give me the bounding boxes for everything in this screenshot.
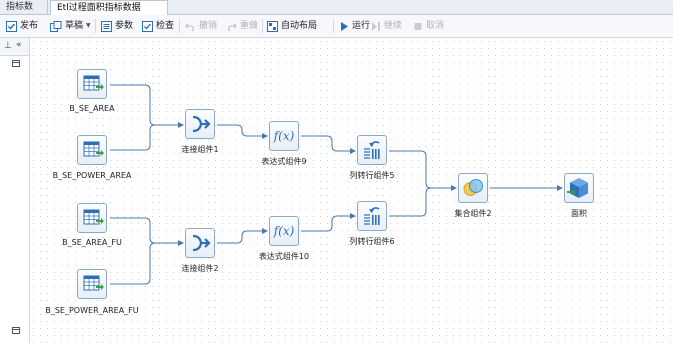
- wire-power-area-to-join1: [110, 124, 178, 151]
- expression-node-9[interactable]: f(x): [269, 121, 299, 151]
- toolbar-divider: [262, 19, 263, 33]
- node-label-b-se-area: B_SE_AREA: [69, 104, 115, 113]
- node-label-union2: 集合组件2: [454, 209, 492, 218]
- join-node-1[interactable]: [185, 109, 215, 139]
- join-node-2[interactable]: [185, 228, 215, 258]
- toolbar-divider: [333, 19, 334, 33]
- venn-icon: [463, 179, 483, 196]
- node-label-join1: 连接组件1: [181, 145, 219, 154]
- check-button[interactable]: 检查: [142, 18, 174, 34]
- checkbox-icon: [6, 20, 17, 32]
- table-node-b-se-power-area[interactable]: [77, 135, 107, 165]
- tab-indicator-data[interactable]: 指标数据: [0, 0, 48, 26]
- continue-button[interactable]: 继续: [371, 18, 402, 34]
- collapse-toggle-bottom[interactable]: [12, 327, 20, 334]
- col-to-row-node-6[interactable]: [357, 201, 387, 231]
- collapse-toggle-top[interactable]: [12, 60, 20, 67]
- wire-expr10-to-col2row6: [301, 215, 350, 232]
- toolbar-divider: [179, 19, 180, 33]
- node-label-b-se-power-area-fu: B_SE_POWER_AREA_FU: [45, 306, 139, 315]
- table-input-icon: [83, 209, 104, 225]
- toolbar-divider: [95, 19, 96, 33]
- function-icon: f(x): [273, 129, 295, 143]
- node-label-col2row6: 列转行组件6: [349, 237, 395, 246]
- table-input-icon: [83, 275, 104, 291]
- table-input-icon: [83, 141, 104, 157]
- params-icon: [101, 20, 112, 32]
- node-label-expr10: 表达式组件10: [258, 252, 310, 261]
- continue-icon: [372, 21, 380, 31]
- publish-button[interactable]: 发布: [6, 18, 38, 34]
- table-node-b-se-power-area-fu[interactable]: [77, 269, 107, 299]
- toolbar: 发布 草稿 ▼ 参数 检查 撤销 重做 自动布局 运行 继续 取消: [0, 15, 673, 38]
- left-side-panel: ⊥ «: [0, 38, 30, 343]
- check-doc-icon: [142, 20, 153, 32]
- stop-icon: [414, 22, 422, 30]
- collapse-left-icon[interactable]: «: [16, 40, 22, 50]
- col-to-row-icon: [364, 207, 380, 225]
- draft-icon: [50, 20, 62, 32]
- col-to-row-icon: [364, 141, 380, 159]
- node-label-col2row5: 列转行组件5: [349, 171, 395, 180]
- undo-button[interactable]: 撤销: [185, 18, 217, 34]
- node-label-output: 面积: [571, 209, 587, 218]
- wire-join1-to-expr9: [217, 124, 262, 137]
- auto-layout-icon: [267, 20, 278, 32]
- play-icon: [341, 21, 348, 31]
- left-panel-header: ⊥ «: [0, 38, 29, 56]
- node-label-b-se-area-fu: B_SE_AREA_FU: [62, 238, 122, 247]
- chevron-down-icon: ▼: [86, 22, 91, 29]
- table-input-icon: [83, 75, 104, 91]
- run-button[interactable]: 运行: [339, 18, 370, 34]
- output-node-area[interactable]: [564, 173, 594, 203]
- cancel-button[interactable]: 取消: [413, 18, 444, 34]
- node-label-expr9: 表达式组件9: [261, 157, 307, 166]
- col-to-row-node-5[interactable]: [357, 135, 387, 165]
- wire-join2-to-expr10: [217, 230, 262, 244]
- wire-expr9-to-col2row5: [301, 135, 350, 152]
- node-label-b-se-power-area: B_SE_POWER_AREA: [52, 171, 132, 180]
- params-button[interactable]: 参数: [101, 18, 133, 34]
- union-node-2[interactable]: [458, 173, 488, 203]
- pin-icon[interactable]: ⊥: [4, 41, 12, 51]
- expression-node-10[interactable]: f(x): [269, 216, 299, 246]
- redo-button[interactable]: 重做: [226, 18, 258, 34]
- table-node-b-se-area-fu[interactable]: [77, 203, 107, 233]
- tab-etl-area-indicator[interactable]: Etl过程面积指标数据: [50, 0, 168, 15]
- cube-output-icon: [567, 178, 588, 198]
- draft-dropdown[interactable]: 草稿 ▼: [50, 18, 91, 34]
- wire-col2row6-to-union2: [389, 187, 451, 217]
- node-label-join2: 连接组件2: [181, 264, 219, 273]
- undo-icon: [185, 23, 194, 31]
- auto-layout-button[interactable]: 自动布局: [267, 18, 317, 34]
- wire-power-area-fu-to-join2: [110, 242, 178, 285]
- redo-icon: [228, 23, 237, 31]
- table-node-b-se-area[interactable]: [77, 69, 107, 99]
- function-icon: f(x): [273, 224, 295, 238]
- editor-tab-bar: 指标数据 Etl过程面积指标数据: [0, 0, 673, 26]
- join-icon: [192, 115, 211, 133]
- join-icon: [192, 234, 211, 252]
- etl-flow-canvas[interactable]: B_SE_AREA B_SE_POWER_AREA B_SE_AREA_FU B…: [30, 38, 673, 343]
